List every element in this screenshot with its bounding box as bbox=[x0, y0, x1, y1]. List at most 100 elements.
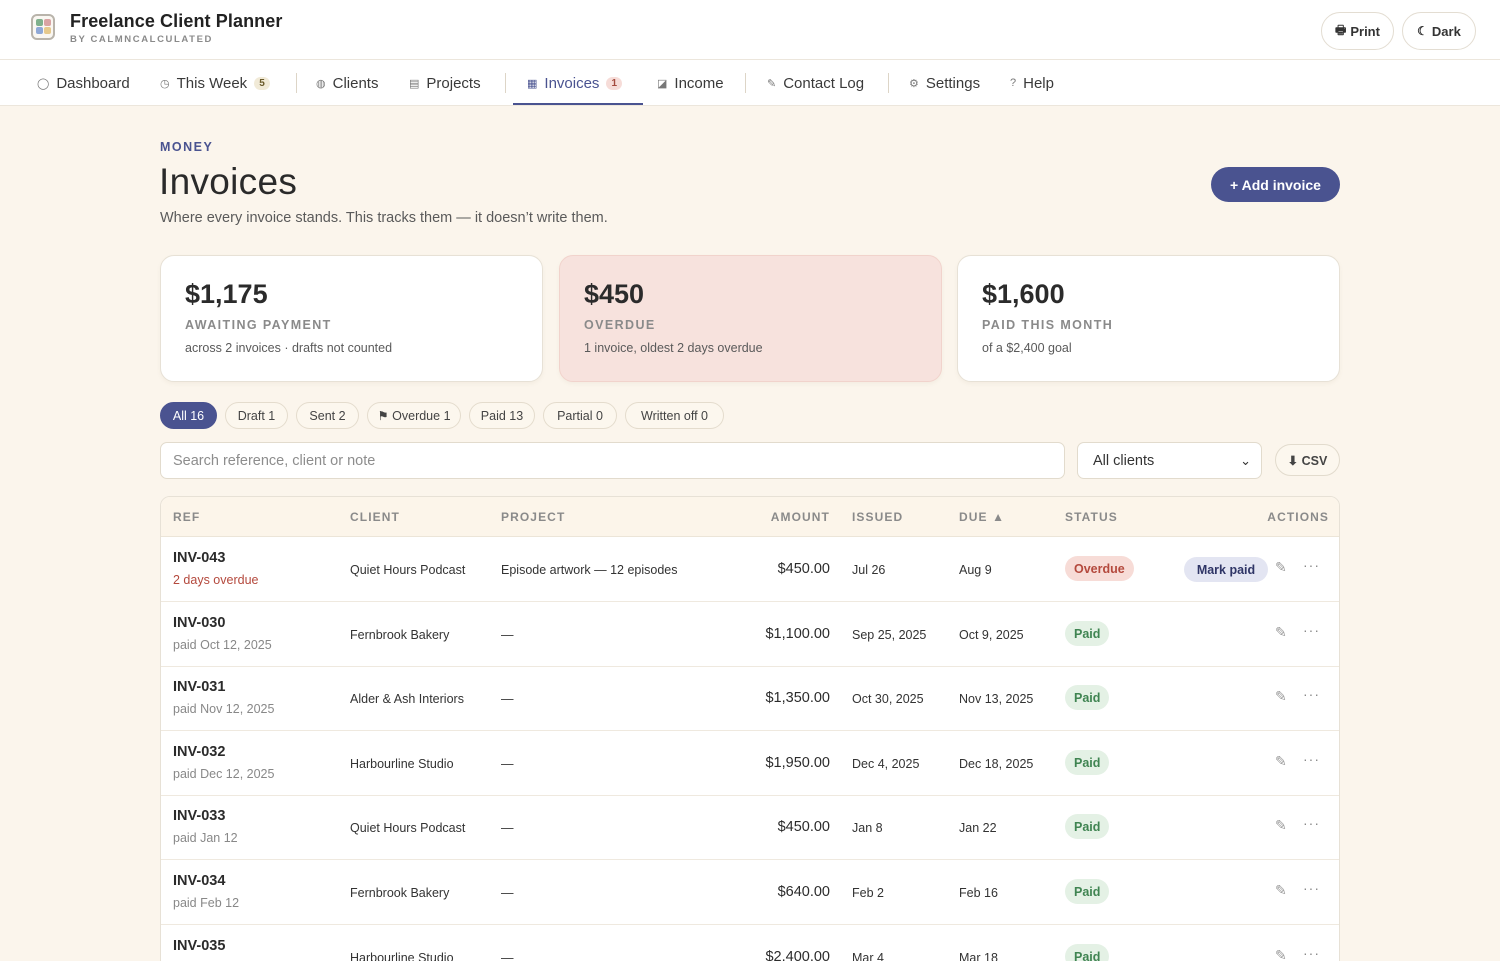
col-ref[interactable]: REF bbox=[173, 510, 200, 524]
table-row[interactable]: INV-033 paid Jan 12 Quiet Hours Podcast … bbox=[161, 795, 1339, 860]
more-icon[interactable]: ··· bbox=[1303, 622, 1320, 638]
stat-value: $1,175 bbox=[185, 279, 268, 309]
more-icon[interactable]: ··· bbox=[1303, 557, 1320, 573]
invoice-substatus: paid Nov 12, 2025 bbox=[173, 702, 275, 716]
app-subtitle: BY CALMNCALCULATED bbox=[70, 34, 213, 45]
edit-icon[interactable]: ✎ bbox=[1275, 559, 1287, 576]
status-badge: Paid bbox=[1065, 944, 1110, 961]
col-client[interactable]: CLIENT bbox=[350, 510, 400, 524]
invoice-due: Oct 9, 2025 bbox=[959, 628, 1024, 642]
more-icon[interactable]: ··· bbox=[1303, 751, 1320, 767]
client-filter-select[interactable]: All clients ⌄ bbox=[1077, 442, 1262, 479]
invoice-due: Feb 16 bbox=[959, 886, 998, 900]
invoice-issued: Sep 25, 2025 bbox=[852, 628, 927, 642]
edit-icon[interactable]: ✎ bbox=[1275, 688, 1287, 705]
invoice-ref: INV-032 bbox=[173, 744, 226, 760]
status-badge: Paid bbox=[1065, 621, 1110, 646]
stat-card-paid-month: $1,600 PAID THIS MONTH of a $2,400 goal bbox=[957, 255, 1340, 382]
page-title: Invoices bbox=[159, 161, 298, 202]
section-eyebrow: MONEY bbox=[160, 140, 214, 154]
filter-paid[interactable]: Paid 13 bbox=[469, 402, 535, 429]
chevron-down-icon: ⌄ bbox=[1240, 453, 1251, 468]
clock-icon: ◷ bbox=[160, 77, 170, 90]
tab-projects[interactable]: ▤ Projects bbox=[409, 60, 481, 106]
col-issued[interactable]: ISSUED bbox=[852, 510, 903, 524]
edit-icon[interactable]: ✎ bbox=[1275, 753, 1287, 770]
tab-income[interactable]: ◪ Income bbox=[657, 60, 724, 106]
tab-invoices-label: Invoices bbox=[544, 74, 600, 92]
invoice-ref: INV-043 bbox=[173, 550, 226, 566]
edit-icon[interactable]: ✎ bbox=[1275, 817, 1287, 834]
dark-mode-button[interactable]: ☾ Dark bbox=[1402, 12, 1476, 50]
this-week-count-badge: 5 bbox=[254, 76, 270, 90]
invoice-issued: Jan 8 bbox=[852, 821, 883, 835]
stat-note: across 2 invoices · drafts not counted bbox=[185, 341, 393, 355]
tab-settings[interactable]: ⚙ Settings bbox=[909, 60, 980, 106]
invoice-amount: $450.00 bbox=[777, 561, 830, 577]
table-row[interactable]: INV-043 2 days overdue Quiet Hours Podca… bbox=[161, 537, 1339, 602]
invoice-due: Dec 18, 2025 bbox=[959, 757, 1034, 771]
invoice-issued: Jul 26 bbox=[852, 563, 886, 577]
table-row[interactable]: INV-032 paid Dec 12, 2025 Harbourline St… bbox=[161, 731, 1339, 796]
tab-dashboard[interactable]: ◯ Dashboard bbox=[37, 60, 130, 106]
filter-all[interactable]: All 16 bbox=[160, 402, 217, 429]
filter-overdue[interactable]: ⚑ Overdue 1 bbox=[367, 402, 461, 429]
filter-written-off[interactable]: Written off 0 bbox=[625, 402, 724, 429]
edit-icon[interactable]: ✎ bbox=[1275, 624, 1287, 641]
invoice-client: Harbourline Studio bbox=[350, 951, 454, 961]
more-icon[interactable]: ··· bbox=[1303, 815, 1320, 831]
edit-icon[interactable]: ✎ bbox=[1275, 882, 1287, 899]
table-row[interactable]: INV-030 paid Oct 12, 2025 Fernbrook Bake… bbox=[161, 602, 1339, 667]
invoice-project: — bbox=[501, 692, 514, 706]
main-nav: ◯ Dashboard ◷ This Week 5 ◍ Clients ▤ Project… bbox=[0, 60, 1500, 106]
add-invoice-button[interactable]: + Add invoice bbox=[1211, 167, 1340, 202]
table-row[interactable]: INV-035 Harbourline Studio — $2,400.00 M… bbox=[161, 925, 1339, 961]
export-csv-button[interactable]: ⬇ CSV bbox=[1275, 444, 1340, 476]
tab-contact-log-label: Contact Log bbox=[783, 74, 865, 92]
clients-icon: ◍ bbox=[316, 77, 326, 90]
search-input[interactable] bbox=[160, 442, 1065, 479]
stat-card-overdue: $450 OVERDUE 1 invoice, oldest 2 days ov… bbox=[559, 255, 942, 382]
col-amount[interactable]: AMOUNT bbox=[771, 510, 830, 524]
invoices-count-badge: 1 bbox=[606, 76, 622, 90]
col-due[interactable]: DUE ▲ bbox=[959, 510, 1005, 524]
filter-sent[interactable]: Sent 2 bbox=[296, 402, 359, 429]
mark-paid-button[interactable]: Mark paid bbox=[1184, 557, 1268, 582]
invoice-project: — bbox=[501, 757, 514, 771]
more-icon[interactable]: ··· bbox=[1303, 945, 1320, 961]
table-header: REF CLIENT PROJECT AMOUNT ISSUED DUE ▲ S… bbox=[161, 497, 1339, 537]
print-button[interactable]: 🖶 Print bbox=[1321, 12, 1394, 50]
invoice-project: — bbox=[501, 821, 514, 835]
invoice-due: Nov 13, 2025 bbox=[959, 692, 1034, 706]
invoice-ref: INV-030 bbox=[173, 615, 226, 631]
col-status[interactable]: STATUS bbox=[1065, 510, 1118, 524]
moon-icon: ☾ bbox=[1417, 24, 1428, 38]
tab-this-week-label: This Week bbox=[176, 74, 248, 92]
more-icon[interactable]: ··· bbox=[1303, 686, 1320, 702]
col-project[interactable]: PROJECT bbox=[501, 510, 565, 524]
tab-this-week[interactable]: ◷ This Week 5 bbox=[160, 60, 270, 106]
tab-contact-log[interactable]: ✎ Contact Log bbox=[767, 60, 864, 106]
filter-draft[interactable]: Draft 1 bbox=[225, 402, 288, 429]
invoice-client: Quiet Hours Podcast bbox=[350, 563, 466, 577]
dark-label: Dark bbox=[1431, 23, 1461, 39]
tab-help[interactable]: ? Help bbox=[1010, 60, 1054, 106]
more-icon[interactable]: ··· bbox=[1303, 880, 1320, 896]
help-icon: ? bbox=[1010, 77, 1017, 89]
tab-invoices[interactable]: ▦ Invoices 1 bbox=[527, 60, 622, 106]
invoice-project: Episode artwork — 12 episodes bbox=[501, 563, 678, 577]
tab-clients[interactable]: ◍ Clients bbox=[316, 60, 378, 106]
invoice-amount: $1,950.00 bbox=[765, 755, 830, 771]
projects-icon: ▤ bbox=[409, 77, 420, 90]
filter-partial[interactable]: Partial 0 bbox=[543, 402, 617, 429]
edit-icon[interactable]: ✎ bbox=[1275, 947, 1287, 961]
table-row[interactable]: INV-031 paid Nov 12, 2025 Alder & Ash In… bbox=[161, 666, 1339, 731]
table-row[interactable]: INV-034 paid Feb 12 Fernbrook Bakery — $… bbox=[161, 860, 1339, 925]
status-badge: Paid bbox=[1065, 750, 1110, 775]
nav-divider bbox=[505, 73, 506, 93]
invoice-amount: $1,100.00 bbox=[765, 626, 830, 642]
invoice-substatus: paid Feb 12 bbox=[173, 896, 240, 910]
gear-icon: ⚙ bbox=[909, 77, 919, 90]
invoice-amount: $640.00 bbox=[777, 884, 830, 900]
col-actions: ACTIONS bbox=[1267, 510, 1329, 524]
